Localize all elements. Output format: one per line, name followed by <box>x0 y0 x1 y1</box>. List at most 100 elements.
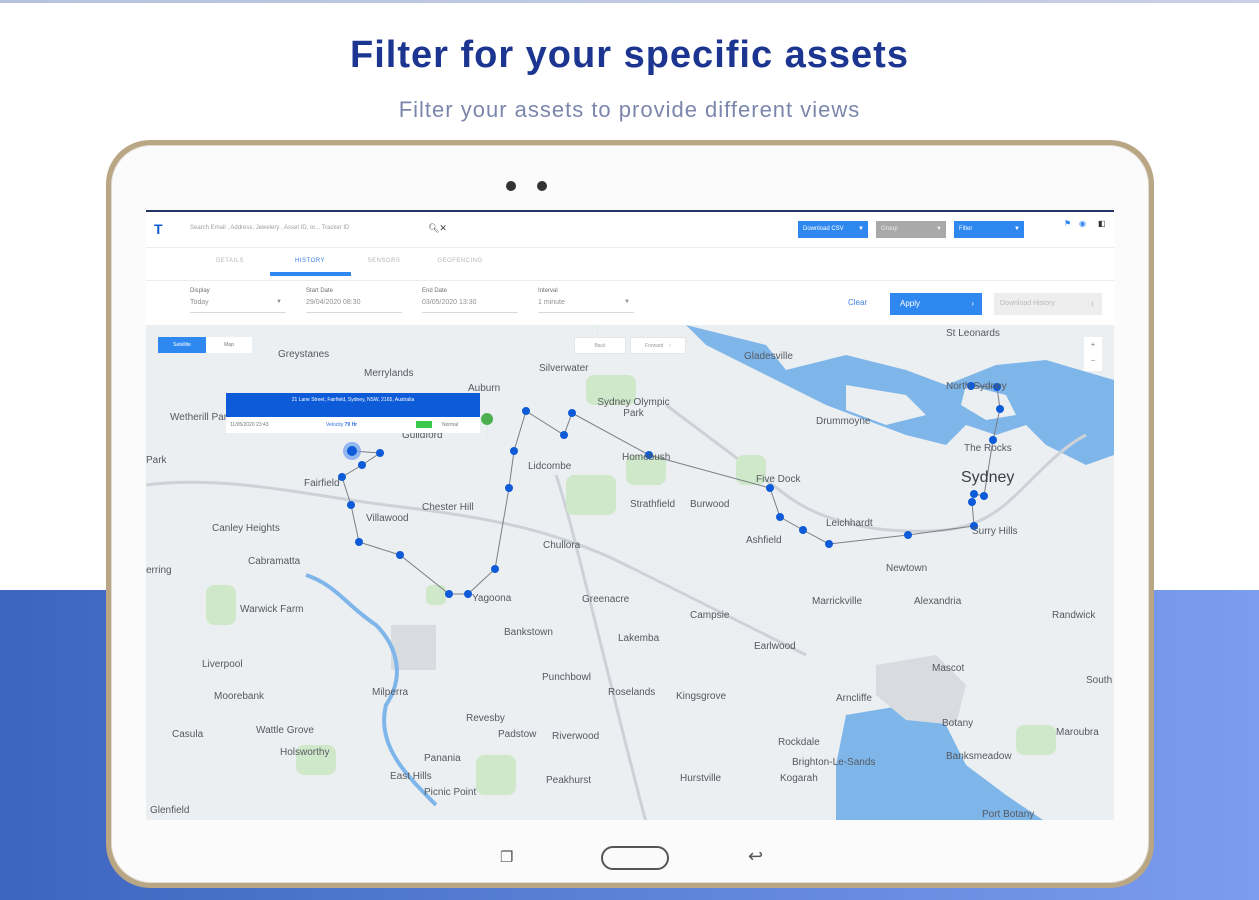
map-label: Holsworthy <box>280 747 330 758</box>
map-label: Strathfield <box>630 499 676 510</box>
map-label: Newtown <box>886 563 928 574</box>
map-label: East Hills <box>390 771 432 782</box>
map-label: Riverwood <box>552 731 600 742</box>
map-label: Hurstville <box>680 773 722 784</box>
tab-details[interactable]: DETAILS <box>190 258 270 264</box>
apply-label: Apply <box>900 299 921 308</box>
map-label: Lidcombe <box>528 461 572 472</box>
map-label: The Rocks <box>964 443 1012 454</box>
end-date-label: End Date <box>422 288 448 294</box>
map-label: Leichhardt <box>826 518 873 529</box>
map-label: Campsie <box>690 610 730 621</box>
map-label: Villawood <box>366 513 409 524</box>
map-label: Five Dock <box>756 474 801 485</box>
map-label: Cabramatta <box>248 556 301 567</box>
chevron-down-icon: ▼ <box>624 299 630 305</box>
interval-underline <box>538 312 634 313</box>
map-label: Wattle Grove <box>256 725 314 736</box>
chevron-down-icon: ▼ <box>858 226 864 232</box>
back-arrow-icon[interactable]: ↩ <box>748 846 763 867</box>
tab-geofencing[interactable]: GEOFENCING <box>420 258 500 264</box>
location-popup[interactable]: 21 Lane Street, Fairfield, Sydney, NSW, … <box>226 393 480 437</box>
map-label: Rockdale <box>778 737 820 748</box>
map-toggle-button[interactable]: Map <box>206 337 252 353</box>
clear-button[interactable]: Clear <box>848 298 867 307</box>
map-label: Alexandria <box>914 596 962 607</box>
status-indicator <box>416 421 432 428</box>
display-select[interactable]: Today <box>190 299 209 306</box>
chevron-right-icon: › <box>971 299 974 308</box>
recent-apps-icon[interactable]: ❐ <box>500 850 516 865</box>
user-icon[interactable]: ◧ <box>1098 219 1106 228</box>
brand-logo-icon: T <box>154 221 163 237</box>
filter-select[interactable]: Filter ▼ <box>954 221 1024 238</box>
map-label: Punchbowl <box>542 672 591 683</box>
map-label: Greystanes <box>278 349 330 360</box>
map-label: Kogarah <box>780 773 818 784</box>
map-label: Ashfield <box>746 535 782 546</box>
chevron-down-icon: ▼ <box>1014 226 1020 232</box>
map-label: Sydney Olympic Park <box>597 397 670 419</box>
map-label: Maroubra <box>1056 727 1099 738</box>
zoom-in-button[interactable]: + <box>1084 337 1102 353</box>
download-history-label: Download History <box>1000 300 1055 307</box>
help-icon[interactable]: ◉ <box>1079 219 1086 228</box>
notification-icon[interactable]: ⚑ <box>1064 219 1071 228</box>
end-date-input[interactable]: 03/05/2020 13:30 <box>422 299 477 306</box>
home-button[interactable] <box>601 846 669 870</box>
back-button[interactable]: Back <box>574 337 626 354</box>
tab-sensors[interactable]: SENSORS <box>344 258 424 264</box>
interval-label: Interval <box>538 288 558 294</box>
map-label: Surry Hills <box>972 526 1018 537</box>
map-label: Merrylands <box>364 368 414 379</box>
map-label: Greenacre <box>582 594 630 605</box>
zoom-out-button[interactable]: − <box>1084 353 1102 369</box>
map-label: St Leonards <box>946 328 1000 339</box>
tab-bar: DETAILS HISTORY SENSORS GEOFENCING <box>146 249 1114 281</box>
history-filters: Display Today ▼ Start Date 29/04/2020 08… <box>146 281 1114 325</box>
map-label: Homebush <box>622 452 671 463</box>
apply-button[interactable]: Apply › <box>890 293 982 315</box>
search-input[interactable]: Search Email , Address, Jewelery , Asset… <box>190 225 349 231</box>
search-icon[interactable]: 🔍︎✕ <box>428 223 447 234</box>
map-view[interactable]: Greystanes Merrylands Silverwater Glades… <box>146 325 1114 820</box>
map-label: Casula <box>172 729 204 740</box>
filter-select-label: Filter <box>959 226 973 232</box>
start-date-input[interactable]: 29/04/2020 08:30 <box>306 299 361 306</box>
chevron-down-icon: ▼ <box>936 226 942 232</box>
download-history-button[interactable]: Download History ⤓ <box>994 293 1102 315</box>
velocity-label: Velocity <box>326 422 344 428</box>
map-label: Earlwood <box>754 641 796 652</box>
map-label: Lakemba <box>618 633 660 644</box>
tab-history[interactable]: HISTORY <box>270 258 350 264</box>
map-label: Yagoona <box>472 593 512 604</box>
map-label: Marrickville <box>812 596 862 607</box>
map-label: Fairfield <box>304 478 340 489</box>
interval-select[interactable]: 1 minute <box>538 299 565 306</box>
map-label: Randwick <box>1052 610 1096 621</box>
map-label: erring <box>146 565 172 576</box>
map-label: Kingsgrove <box>676 691 727 702</box>
map-label: Banksmeadow <box>946 751 1012 762</box>
download-csv-button[interactable]: Download CSV ▼ <box>798 221 868 238</box>
current-location-dot[interactable] <box>347 446 357 456</box>
map-label: Padstow <box>498 729 537 740</box>
map-label: Wetherill Park <box>170 412 233 423</box>
popup-status: Normal <box>442 422 459 428</box>
map-label: Liverpool <box>202 659 243 670</box>
chevron-down-icon: ▼ <box>276 299 282 305</box>
satellite-toggle-button[interactable]: Satellite <box>158 337 206 353</box>
forward-button[interactable]: Forward › <box>630 337 686 354</box>
group-select-label: Group <box>881 226 898 232</box>
map-pin-icon[interactable] <box>481 413 494 443</box>
popup-address: 21 Lane Street, Fairfield, Sydney, NSW, … <box>226 393 480 417</box>
forward-label: Forward <box>644 343 664 349</box>
map-label: Revesby <box>466 713 505 724</box>
map-label: Silverwater <box>539 363 589 374</box>
map-label: Brighton-Le-Sands <box>792 757 876 768</box>
active-tab-indicator <box>270 272 351 276</box>
display-underline <box>190 312 286 313</box>
camera-icon <box>506 181 516 191</box>
group-select[interactable]: Group ▼ <box>876 221 946 238</box>
map-label: Park <box>146 455 167 466</box>
